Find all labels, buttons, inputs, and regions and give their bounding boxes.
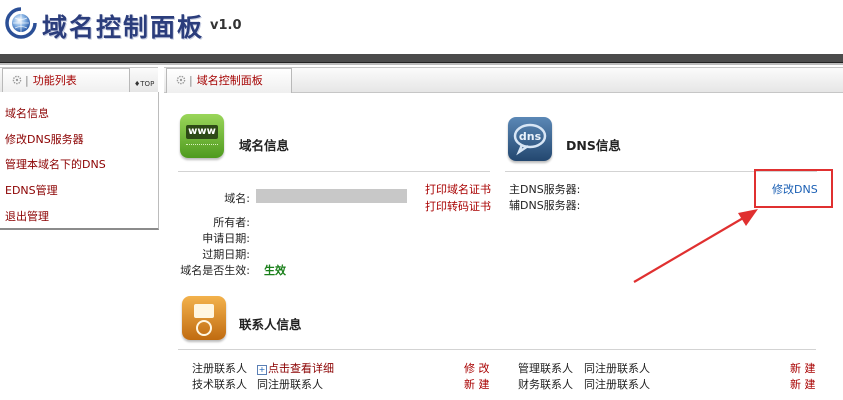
- sidebar-item-logout[interactable]: 退出管理: [5, 208, 49, 224]
- finance-contact-new-link[interactable]: 新 建: [790, 376, 816, 392]
- admin-contact-value: 同注册联系人: [584, 362, 650, 375]
- sidebar-item-modify-dns[interactable]: 修改DNS服务器: [5, 131, 84, 147]
- tech-contact-value: 同注册联系人: [257, 378, 323, 391]
- tab-domain-control-panel[interactable]: | 域名控制面板: [166, 68, 292, 93]
- contact-device-icon: [182, 296, 226, 340]
- print-domain-cert-link[interactable]: 打印域名证书: [425, 181, 491, 197]
- gear-icon: [176, 75, 186, 85]
- finance-contact-label: 财务联系人: [518, 378, 573, 391]
- primary-dns-label: 主DNS服务器:: [509, 183, 581, 196]
- header-divider-bar: [0, 54, 843, 63]
- annotation-arrow-icon: [633, 209, 758, 283]
- modify-dns-link[interactable]: 修改DNS: [772, 181, 818, 197]
- domain-value-masked: [256, 189, 407, 203]
- sidebar-menu: 域名信息 修改DNS服务器 管理本域名下的DNS EDNS管理 退出管理: [0, 92, 159, 230]
- header: 域名控制面板 v1.0: [0, 0, 843, 54]
- globe-logo-icon: [5, 7, 37, 39]
- tab-separator: |: [25, 74, 29, 87]
- domain-label: 域名:: [224, 192, 250, 205]
- dns-icon-text: dns: [518, 130, 542, 143]
- tech-contact-new-link[interactable]: 新 建: [464, 376, 490, 392]
- sidebar-item-domain-info[interactable]: 域名信息: [5, 105, 49, 121]
- domain-active-status: 生效: [264, 264, 286, 277]
- admin-contact-new-link[interactable]: 新 建: [790, 360, 816, 376]
- owner-label: 所有者:: [213, 216, 250, 229]
- domain-active-label: 域名是否生效:: [180, 264, 250, 277]
- finance-contact-value: 同注册联系人: [584, 378, 650, 391]
- sidebar-item-edns[interactable]: EDNS管理: [5, 182, 58, 198]
- registrant-contact-label: 注册联系人: [192, 362, 247, 375]
- expire-date-label: 过期日期:: [202, 248, 250, 261]
- registrant-view-details-link[interactable]: + 点击查看详细: [257, 360, 334, 376]
- sidebar-item-manage-dns[interactable]: 管理本域名下的DNS: [5, 156, 106, 172]
- tab-domain-control-panel-label: 域名控制面板: [196, 74, 263, 87]
- register-date-label: 申请日期:: [202, 232, 250, 245]
- registrant-view-details-label: 点击查看详细: [268, 362, 334, 375]
- tab-feature-list[interactable]: | 功能列表: [2, 68, 130, 93]
- app-title: 域名控制面板: [42, 13, 205, 42]
- contact-info-divider: [178, 349, 816, 350]
- admin-contact-label: 管理联系人: [518, 362, 573, 375]
- www-icon-text: www: [186, 125, 218, 139]
- header-divider-line: [0, 63, 843, 65]
- tab-separator: |: [189, 74, 193, 87]
- expand-plus-icon: +: [257, 365, 267, 375]
- registrant-edit-link[interactable]: 修 改: [464, 360, 490, 376]
- top-link[interactable]: ♦TOP: [134, 80, 154, 88]
- contact-info-title: 联系人信息: [239, 317, 302, 332]
- tab-feature-list-label: 功能列表: [32, 74, 77, 87]
- domain-info-divider: [178, 171, 490, 172]
- dns-icon: dns: [508, 117, 552, 161]
- print-transfer-cert-link[interactable]: 打印转码证书: [425, 198, 491, 214]
- secondary-dns-label: 辅DNS服务器:: [509, 199, 581, 212]
- app-version: v1.0: [210, 18, 242, 33]
- dns-info-title: DNS信息: [566, 138, 621, 153]
- top-link-label: TOP: [140, 80, 155, 88]
- gear-icon: [12, 75, 22, 85]
- tech-contact-label: 技术联系人: [192, 378, 247, 391]
- www-icon: www: [180, 114, 224, 158]
- domain-info-title: 域名信息: [239, 138, 290, 153]
